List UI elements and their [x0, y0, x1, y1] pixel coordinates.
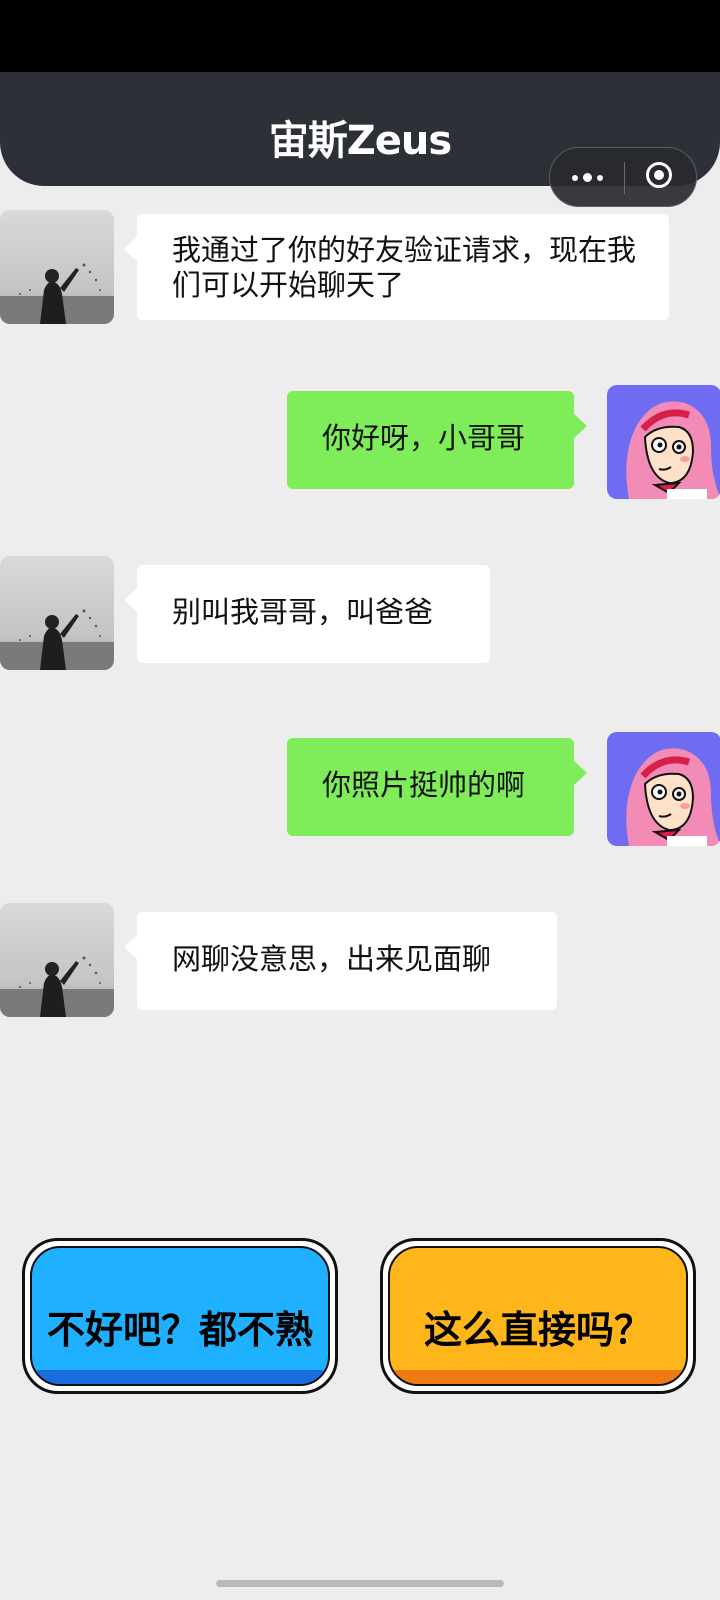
- status-bar: [0, 0, 720, 72]
- choice-button-left[interactable]: 不好吧？都不熟: [22, 1238, 338, 1394]
- target-close-icon[interactable]: [625, 148, 697, 206]
- contact-avatar[interactable]: [0, 210, 114, 324]
- home-indicator[interactable]: [216, 1580, 504, 1587]
- message-bubble-incoming[interactable]: 网聊没意思，出来见面聊: [124, 912, 557, 1010]
- message-text: 你照片挺帅的啊: [322, 768, 526, 802]
- mini-program-capsule: [549, 147, 697, 207]
- my-avatar[interactable]: [607, 385, 720, 499]
- contact-avatar[interactable]: [0, 556, 114, 670]
- contact-avatar[interactable]: [0, 903, 114, 1017]
- message-bubble-outgoing[interactable]: 你照片挺帅的啊: [287, 738, 587, 836]
- choice-label: 不好吧？都不熟: [46, 1308, 313, 1352]
- more-dots-icon[interactable]: [550, 148, 624, 206]
- choice-button-right[interactable]: 这么直接吗？: [380, 1238, 696, 1394]
- message-text: 我通过了你的好友验证请求，现在我们可以开始聊天了: [172, 233, 637, 302]
- choice-label: 这么直接吗？: [423, 1308, 652, 1352]
- message-text: 网聊没意思，出来见面聊: [172, 942, 492, 976]
- message-text: 你好呀，小哥哥: [322, 421, 526, 455]
- message-bubble-incoming[interactable]: 别叫我哥哥，叫爸爸: [124, 565, 490, 663]
- message-bubble-outgoing[interactable]: 你好呀，小哥哥: [287, 391, 587, 489]
- message-text: 别叫我哥哥，叫爸爸: [172, 595, 434, 629]
- my-avatar[interactable]: [607, 732, 720, 846]
- message-bubble-incoming[interactable]: 我通过了你的好友验证请求，现在我们可以开始聊天了: [124, 214, 669, 320]
